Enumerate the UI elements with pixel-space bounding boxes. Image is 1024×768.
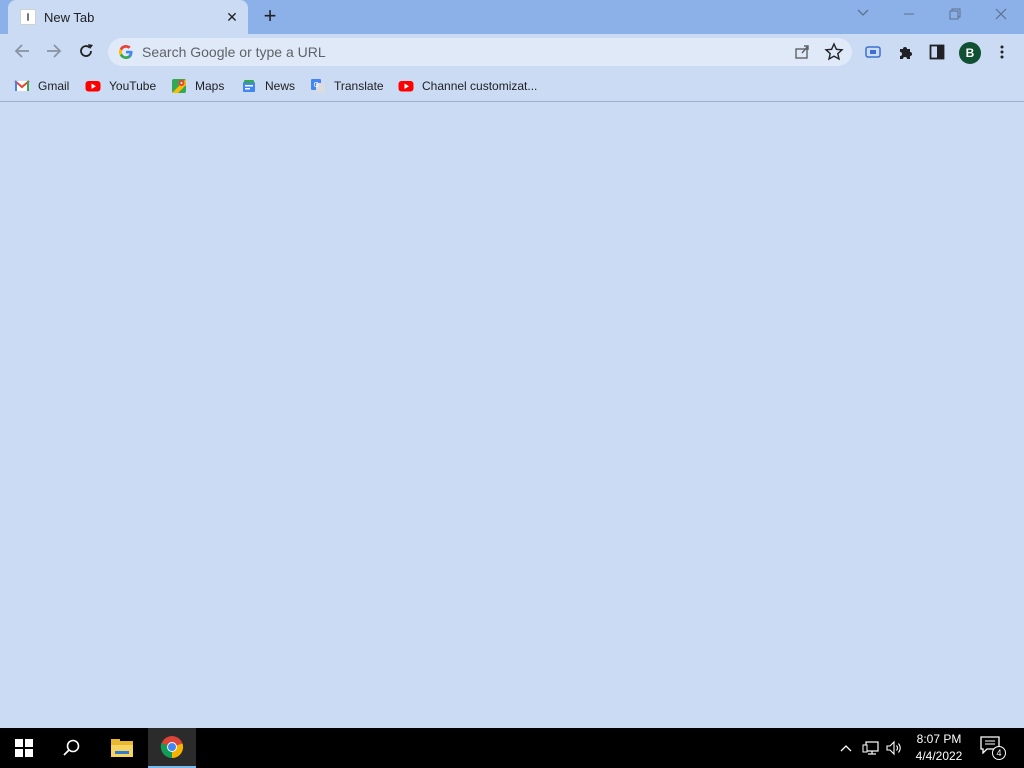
profile-avatar[interactable]: B: [959, 42, 981, 64]
reload-icon: [80, 44, 93, 57]
share-icon[interactable]: [792, 42, 812, 62]
omnibox-input[interactable]: [142, 42, 762, 62]
bookmark-gmail[interactable]: Gmail: [14, 75, 69, 97]
bookmarks-bar: Gmail YouTube Maps News G Translate Chan…: [0, 70, 1024, 102]
media-control-button[interactable]: [860, 39, 886, 65]
reload-button[interactable]: [72, 37, 100, 65]
bookmark-translate[interactable]: G Translate: [310, 75, 384, 97]
screencast-icon: [865, 46, 881, 58]
bookmark-channel-customization[interactable]: Channel customizat...: [398, 75, 537, 97]
minimize-icon: [904, 13, 914, 15]
taskbar-search-button[interactable]: [48, 728, 96, 768]
maps-icon: [172, 79, 186, 93]
gmail-icon: [14, 80, 30, 91]
bookmark-label: Gmail: [38, 79, 70, 93]
search-icon: [63, 739, 80, 756]
tab-search-button[interactable]: [840, 0, 886, 28]
chrome-taskbar-button[interactable]: [148, 728, 196, 768]
tab-new-tab[interactable]: New Tab ✕: [8, 0, 248, 34]
news-icon: [243, 80, 255, 92]
bookmark-label: Maps: [195, 79, 225, 93]
bookmark-news[interactable]: News: [241, 75, 295, 97]
side-panel-icon: [929, 44, 945, 60]
bookmark-label: YouTube: [109, 79, 157, 93]
restore-icon: [949, 8, 961, 20]
speaker-icon: [886, 740, 901, 756]
new-tab-page[interactable]: [0, 103, 1024, 728]
volume-button[interactable]: [885, 738, 905, 758]
minimize-button[interactable]: [886, 0, 932, 28]
taskbar: 8:07 PM 4/4/2022 4: [0, 728, 1024, 768]
chrome-icon: [160, 736, 184, 759]
close-icon: [995, 8, 1007, 20]
toolbar: B: [0, 34, 1024, 70]
back-button[interactable]: [8, 37, 36, 65]
chevron-down-icon: [857, 9, 869, 16]
bookmark-maps[interactable]: Maps: [171, 75, 224, 97]
address-bar[interactable]: [108, 38, 852, 66]
new-tab-button[interactable]: +: [258, 5, 282, 28]
restore-button[interactable]: [932, 0, 978, 28]
svg-text:G: G: [314, 81, 319, 89]
action-center-button[interactable]: 4: [980, 736, 1008, 760]
side-panel-button[interactable]: [924, 39, 950, 65]
close-window-button[interactable]: [978, 0, 1024, 28]
show-hidden-icons-button[interactable]: [836, 738, 856, 758]
bookmark-label: Translate: [334, 79, 384, 93]
tab-strip: New Tab ✕ +: [0, 0, 1024, 34]
windows-logo-icon: [15, 739, 33, 757]
clock-time: 8:07 PM: [916, 732, 962, 746]
taskbar-clock[interactable]: 8:07 PM 4/4/2022: [908, 731, 970, 765]
bookmark-label: News: [265, 79, 296, 93]
more-vert-icon: [1000, 45, 1004, 59]
clock-date: 4/4/2022: [915, 749, 963, 763]
star-icon[interactable]: [824, 42, 844, 62]
chrome-menu-button[interactable]: [989, 39, 1015, 65]
youtube-icon: [398, 81, 414, 92]
puzzle-icon: [900, 47, 912, 59]
network-button[interactable]: [861, 738, 881, 758]
folder-icon: [111, 739, 133, 757]
notification-count-badge: 4: [992, 746, 1006, 760]
tab-title: New Tab: [44, 10, 95, 25]
arrow-right-icon: [47, 44, 62, 58]
file-explorer-button[interactable]: [98, 728, 146, 768]
extensions-button[interactable]: [893, 39, 919, 65]
network-icon: [862, 741, 879, 755]
bookmark-label: Channel customizat...: [422, 79, 538, 93]
youtube-icon: [85, 81, 101, 92]
translate-icon: G: [311, 79, 325, 93]
forward-button[interactable]: [40, 37, 68, 65]
close-tab-button[interactable]: ✕: [223, 8, 241, 26]
new-tab-favicon-icon: [20, 9, 36, 25]
chevron-up-icon: [840, 745, 852, 752]
arrow-left-icon: [14, 44, 29, 58]
start-button[interactable]: [0, 728, 48, 768]
google-g-icon: [119, 45, 133, 59]
bookmark-youtube[interactable]: YouTube: [85, 75, 156, 97]
